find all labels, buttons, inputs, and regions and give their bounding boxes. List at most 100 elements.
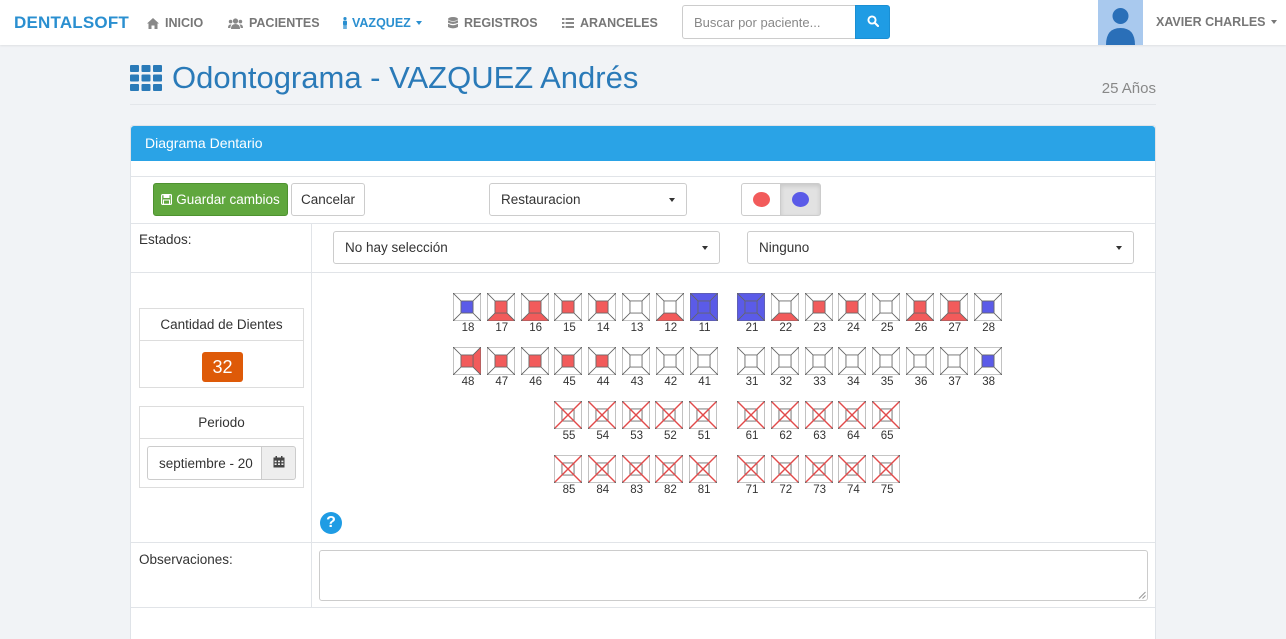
tooth-number: 41 [698, 376, 711, 388]
tooth-number: 36 [914, 376, 928, 388]
save-button[interactable]: Guardar cambios [153, 183, 288, 216]
tooth-74[interactable]: 74 [838, 455, 868, 497]
tooth-48[interactable]: 48 [453, 347, 483, 389]
tooth-number: 44 [596, 376, 610, 388]
period-input[interactable]: septiembre - 20 [147, 446, 261, 480]
tooth-count-label: Cantidad de Dientes [140, 309, 303, 341]
tooth-26[interactable]: 26 [906, 293, 936, 335]
estado-select[interactable]: No hay selección [333, 231, 720, 264]
tooth-21[interactable]: 21 [737, 293, 767, 335]
tooth-34[interactable]: 34 [838, 347, 868, 389]
tooth-number: 21 [745, 322, 759, 334]
tooth-85[interactable]: 85 [554, 455, 584, 497]
tooth-53[interactable]: 53 [621, 401, 652, 443]
tooth-number: 75 [880, 484, 894, 496]
tooth-38[interactable]: 38 [973, 347, 1004, 389]
divider [131, 542, 1155, 543]
tooth-17[interactable]: 17 [486, 293, 517, 335]
tooth-22[interactable]: 22 [770, 293, 801, 335]
tooth-84[interactable]: 84 [587, 455, 618, 497]
search-button[interactable] [855, 5, 890, 39]
tooth-51[interactable]: 51 [689, 401, 719, 443]
tooth-31[interactable]: 31 [737, 347, 767, 389]
tooth-11[interactable]: 11 [689, 293, 720, 335]
color-toggle-group [741, 183, 821, 216]
tooth-62[interactable]: 62 [770, 401, 801, 443]
tooth-number: 85 [562, 484, 576, 496]
period-label: Periodo [140, 407, 303, 439]
tooth-32[interactable]: 32 [770, 347, 801, 389]
tooth-number: 46 [529, 376, 542, 388]
calendar-button[interactable] [261, 446, 296, 480]
dental-diagram-panel: Diagrama Dentario Guardar cambios Cancel… [130, 125, 1156, 639]
color-blue-button[interactable] [781, 183, 821, 216]
grid-icon [130, 65, 162, 91]
red-dot-icon [752, 192, 770, 207]
tooth-65[interactable]: 65 [872, 401, 902, 443]
avatar[interactable] [1098, 0, 1143, 45]
tooth-number: 45 [562, 376, 576, 388]
tooth-number: 22 [779, 322, 793, 334]
divider [131, 607, 1155, 608]
tooth-44[interactable]: 44 [588, 347, 618, 389]
tooth-55[interactable]: 55 [554, 401, 584, 443]
user-menu[interactable]: XAVIER CHARLES [1156, 15, 1277, 29]
tooth-64[interactable]: 64 [838, 401, 868, 443]
tooth-number: 43 [630, 376, 644, 388]
tooth-54[interactable]: 54 [587, 401, 618, 443]
tooth-81[interactable]: 81 [689, 455, 719, 497]
tooth-33[interactable]: 33 [804, 347, 835, 389]
tooth-43[interactable]: 43 [622, 347, 652, 389]
tooth-47[interactable]: 47 [486, 347, 517, 389]
navbar: DENTALSOFT INICIO PACIENTES VAZQUEZ REGI… [0, 0, 1286, 45]
tooth-63[interactable]: 63 [804, 401, 835, 443]
nav-inicio[interactable]: INICIO [147, 15, 203, 31]
help-icon[interactable]: ? [320, 512, 342, 534]
estado-select-2[interactable]: Ninguno [747, 231, 1134, 264]
tool-select[interactable]: Restauracion [489, 183, 687, 216]
tooth-number: 65 [880, 430, 894, 442]
tooth-83[interactable]: 83 [621, 455, 652, 497]
brand-logo[interactable]: DENTALSOFT [14, 13, 129, 33]
blue-dot-icon [792, 192, 809, 207]
tooth-13[interactable]: 13 [622, 293, 652, 335]
nav-vazquez-dropdown[interactable]: VAZQUEZ [342, 15, 422, 31]
tooth-37[interactable]: 37 [939, 347, 970, 389]
tooth-71[interactable]: 71 [737, 455, 767, 497]
tooth-36[interactable]: 36 [906, 347, 936, 389]
nav-pacientes[interactable]: PACIENTES [228, 15, 320, 31]
tooth-number: 54 [596, 430, 610, 442]
tooth-number: 12 [664, 322, 678, 334]
tooth-23[interactable]: 23 [804, 293, 835, 335]
tooth-number: 71 [745, 484, 759, 496]
tooth-16[interactable]: 16 [520, 293, 551, 335]
tooth-28[interactable]: 28 [973, 293, 1004, 335]
tooth-52[interactable]: 52 [655, 401, 685, 443]
tooth-42[interactable]: 42 [655, 347, 686, 389]
tooth-24[interactable]: 24 [838, 293, 868, 335]
tooth-35[interactable]: 35 [872, 347, 902, 389]
tooth-25[interactable]: 25 [872, 293, 902, 335]
tooth-41[interactable]: 41 [689, 347, 720, 389]
search-input[interactable] [682, 5, 855, 39]
tooth-72[interactable]: 72 [770, 455, 801, 497]
tooth-73[interactable]: 73 [804, 455, 835, 497]
estado-select-value: No hay selección [345, 240, 448, 255]
observaciones-textarea[interactable] [319, 550, 1148, 601]
tooth-45[interactable]: 45 [554, 347, 584, 389]
tooth-82[interactable]: 82 [655, 455, 685, 497]
tooth-18[interactable]: 18 [453, 293, 483, 335]
tooth-75[interactable]: 75 [872, 455, 902, 497]
nav-aranceles[interactable]: ARANCELES [562, 15, 658, 31]
tooth-61[interactable]: 61 [737, 401, 767, 443]
tooth-27[interactable]: 27 [939, 293, 970, 335]
tooth-15[interactable]: 15 [554, 293, 584, 335]
tooth-12[interactable]: 12 [655, 293, 686, 335]
cancel-button[interactable]: Cancelar [291, 183, 365, 216]
tooth-number: 11 [698, 322, 711, 334]
tooth-46[interactable]: 46 [520, 347, 551, 389]
tooth-14[interactable]: 14 [588, 293, 618, 335]
color-red-button[interactable] [741, 183, 781, 216]
nav-registros[interactable]: REGISTROS [448, 15, 538, 31]
users-icon [228, 17, 243, 29]
